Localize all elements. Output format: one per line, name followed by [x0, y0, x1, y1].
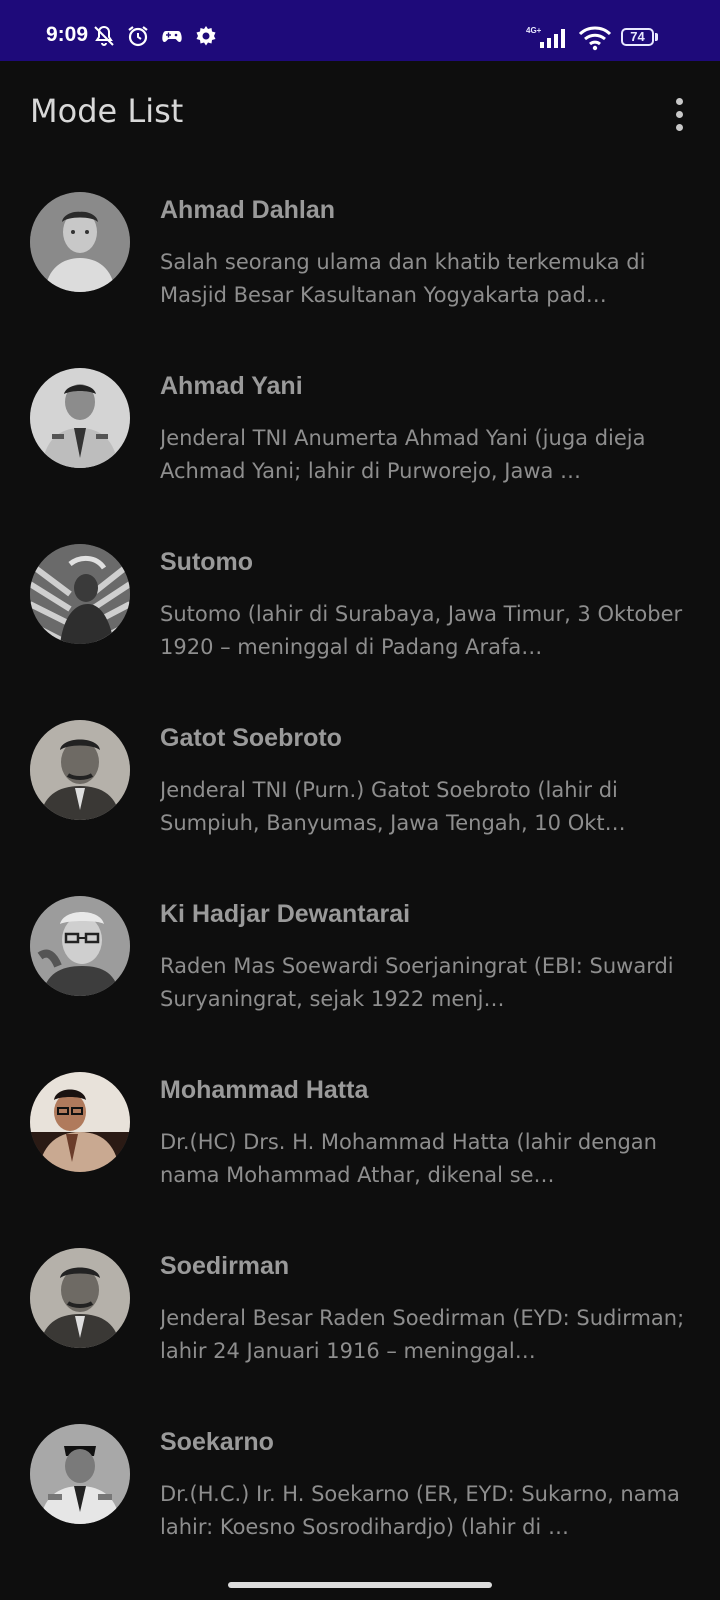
alarm-icon: [126, 24, 150, 48]
list-item[interactable]: Sutomo Sutomo (lahir di Surabaya, Jawa T…: [0, 528, 720, 694]
signal-icon: [538, 26, 570, 50]
hero-description: Dr.(HC) Drs. H. Mohammad Hatta (lahir de…: [160, 1130, 657, 1187]
avatar: [30, 1248, 130, 1348]
list-item[interactable]: Ahmad Dahlan Salah seorang ulama dan kha…: [0, 176, 720, 342]
hero-name: Soekarno: [160, 1428, 274, 1456]
avatar: [30, 896, 130, 996]
avatar: [30, 1424, 130, 1524]
page-title: Mode List: [30, 92, 184, 130]
avatar: [30, 720, 130, 820]
overflow-menu-icon[interactable]: [664, 95, 696, 135]
hero-name: Sutomo: [160, 548, 254, 576]
hero-name: Ki Hadjar Dewantarai: [160, 900, 411, 928]
list-item[interactable]: Ki Hadjar Dewantarai Raden Mas Soewardi …: [0, 880, 720, 1046]
list-item[interactable]: Ahmad Yani Jenderal TNI Anumerta Ahmad Y…: [0, 352, 720, 518]
avatar: [30, 544, 130, 644]
status-time: 9:09: [46, 23, 89, 46]
hero-name: Soedirman: [160, 1252, 290, 1280]
hero-name: Ahmad Dahlan: [160, 196, 336, 224]
home-indicator[interactable]: [228, 1582, 492, 1588]
status-bar: 9:09 4G+ 74: [0, 0, 720, 61]
hero-list: Ahmad Dahlan Salah seorang ulama dan kha…: [0, 176, 720, 1576]
hero-description: Jenderal Besar Raden Soedirman (EYD: Sud…: [160, 1306, 685, 1363]
list-item[interactable]: Soekarno Dr.(H.C.) Ir. H. Soekarno (ER, …: [0, 1408, 720, 1574]
hero-name: Ahmad Yani: [160, 372, 303, 400]
avatar: [30, 1072, 130, 1172]
hero-description: Sutomo (lahir di Surabaya, Jawa Timur, 3…: [160, 602, 683, 659]
hero-description: Jenderal TNI (Purn.) Gatot Soebroto (lah…: [160, 778, 626, 835]
app-bar: Mode List: [0, 61, 720, 165]
list-item[interactable]: Mohammad Hatta Dr.(HC) Drs. H. Mohammad …: [0, 1056, 720, 1222]
hero-description: Salah seorang ulama dan khatib terkemuka…: [160, 250, 646, 307]
notifications-off-icon: [92, 24, 116, 48]
hero-description: Jenderal TNI Anumerta Ahmad Yani (juga d…: [160, 426, 646, 483]
battery-level: 74: [630, 29, 645, 44]
list-item[interactable]: Gatot Soebroto Jenderal TNI (Purn.) Gato…: [0, 704, 720, 870]
list-item[interactable]: Soedirman Jenderal Besar Raden Soedirman…: [0, 1232, 720, 1398]
hero-name: Gatot Soebroto: [160, 724, 342, 752]
avatar: [30, 192, 130, 292]
settings-icon: [194, 24, 218, 48]
avatar: [30, 368, 130, 468]
battery-icon: 74: [621, 28, 661, 48]
hero-description: Dr.(H.C.) Ir. H. Soekarno (ER, EYD: Suka…: [160, 1482, 680, 1539]
hero-description: Raden Mas Soewardi Soerjaningrat (EBI: S…: [160, 954, 674, 1011]
wifi-icon: [578, 25, 612, 51]
hero-name: Mohammad Hatta: [160, 1076, 369, 1104]
game-controller-icon: [160, 24, 184, 48]
